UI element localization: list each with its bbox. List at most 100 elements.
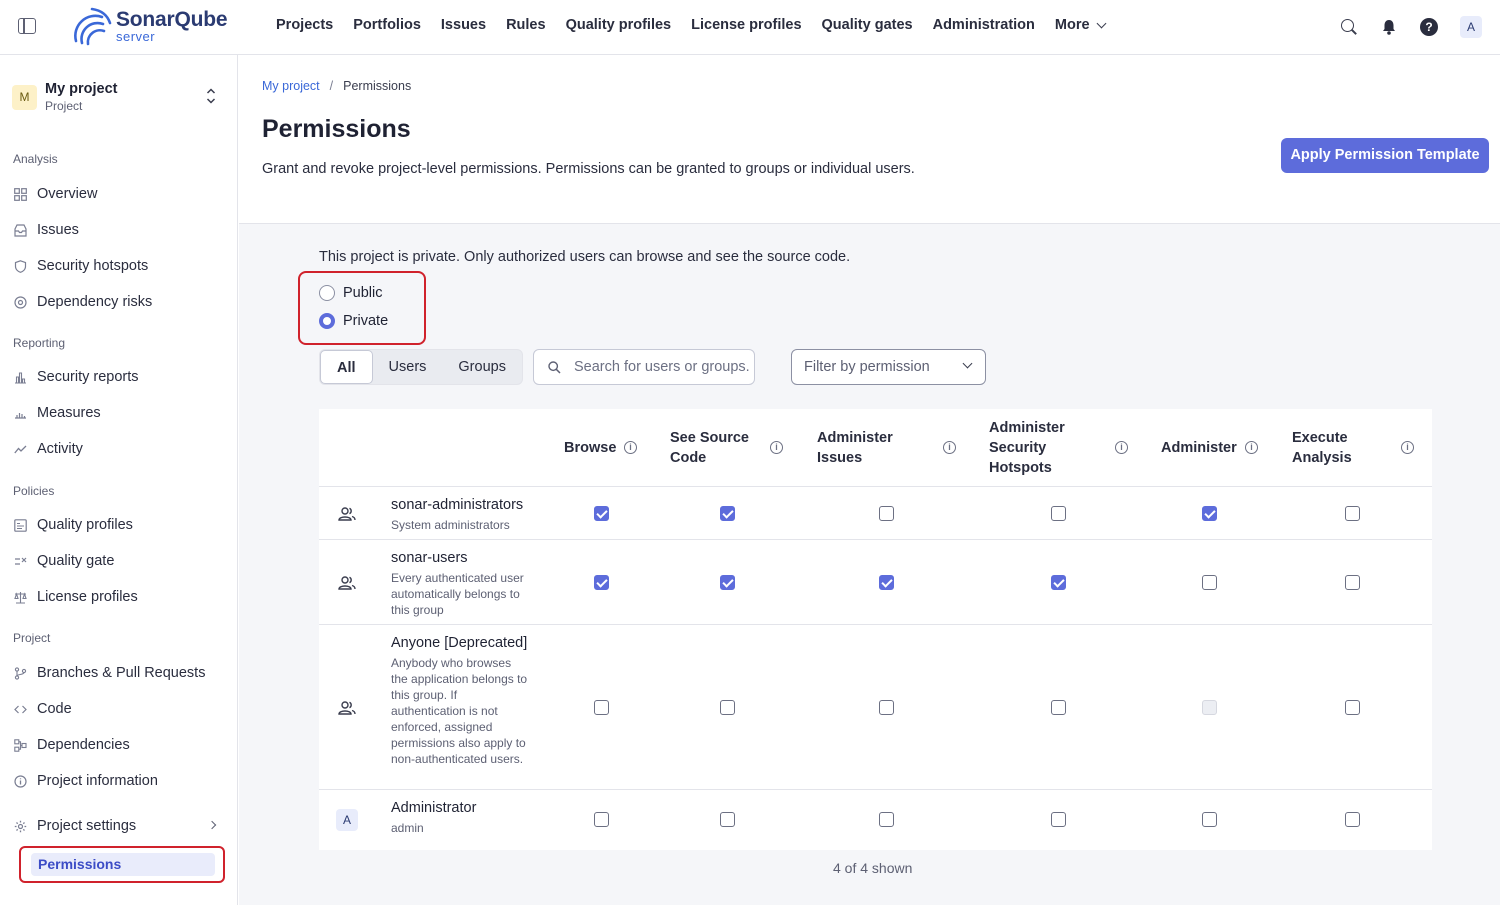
permission-checkbox[interactable]	[594, 506, 609, 521]
permission-checkbox[interactable]	[1202, 506, 1217, 521]
permission-checkbox[interactable]	[1345, 700, 1360, 715]
info-icon[interactable]: i	[943, 441, 956, 454]
inbox-icon	[13, 223, 27, 237]
sidebar-item-quality-gate[interactable]: Quality gate	[13, 553, 114, 569]
logo-subtitle: server	[116, 29, 156, 44]
sidebar-item-branches[interactable]: Branches & Pull Requests	[13, 665, 205, 681]
sidebar-toggle-icon[interactable]	[18, 18, 36, 34]
sidebar-item-label: Dependency risks	[37, 294, 153, 310]
radio-public[interactable]	[319, 285, 335, 301]
sidebar-item-activity[interactable]: Activity	[13, 441, 83, 457]
tab-all[interactable]: All	[320, 350, 373, 384]
measures-icon	[13, 406, 27, 420]
permission-checkbox[interactable]	[720, 812, 735, 827]
permission-filter-label: Filter by permission	[804, 359, 930, 375]
permission-checkbox[interactable]	[1051, 812, 1066, 827]
permission-checkbox[interactable]	[879, 700, 894, 715]
tab-groups[interactable]: Groups	[442, 350, 522, 384]
sidebar-item-project-information[interactable]: Project information	[13, 773, 158, 789]
sidebar-item-dependencies[interactable]: Dependencies	[13, 737, 130, 753]
permission-checkbox[interactable]	[1202, 575, 1217, 590]
sidebar-item-overview[interactable]: Overview	[13, 186, 97, 202]
nav-administration[interactable]: Administration	[933, 17, 1035, 33]
permission-checkbox[interactable]	[1345, 575, 1360, 590]
permission-checkbox[interactable]	[1202, 812, 1217, 827]
permission-checkbox[interactable]	[879, 506, 894, 521]
help-icon[interactable]: ?	[1420, 18, 1438, 36]
permissions-highlight: Permissions	[19, 846, 225, 883]
user-avatar[interactable]: A	[1460, 16, 1482, 38]
nav-quality-gates[interactable]: Quality gates	[822, 17, 913, 33]
nav-issues[interactable]: Issues	[441, 17, 486, 33]
permission-checkbox[interactable]	[1051, 575, 1066, 590]
info-icon[interactable]: i	[770, 441, 783, 454]
row-description: System administrators	[391, 518, 510, 532]
sidebar-item-license-profiles[interactable]: License profiles	[13, 589, 138, 605]
top-navigation: SonarQube server Projects Portfolios Iss…	[0, 0, 1500, 55]
apply-permission-template-button[interactable]: Apply Permission Template	[1281, 138, 1489, 173]
main-content: My project / Permissions Permissions Grant…	[239, 55, 1500, 905]
permission-checkbox[interactable]	[720, 575, 735, 590]
permission-checkbox[interactable]	[594, 812, 609, 827]
sidebar-item-label: Measures	[37, 405, 101, 421]
permission-checkbox[interactable]	[594, 700, 609, 715]
nav-rules[interactable]: Rules	[506, 17, 546, 33]
permissions-table: Browse i See Source Code i Administer Is…	[319, 409, 1432, 850]
sidebar-item-security-reports[interactable]: Security reports	[13, 369, 139, 385]
sidebar-item-dependency-risks[interactable]: Dependency risks	[13, 294, 152, 310]
project-switcher[interactable]: M My project Project	[12, 81, 226, 113]
breadcrumb-current: Permissions	[343, 79, 412, 93]
permission-checkbox[interactable]	[594, 575, 609, 590]
page-title: Permissions	[262, 115, 411, 143]
info-icon[interactable]: i	[1245, 441, 1258, 454]
permission-checkbox[interactable]	[879, 812, 894, 827]
sidebar-item-quality-profiles[interactable]: Quality profiles	[13, 517, 133, 533]
permission-checkbox[interactable]	[720, 700, 735, 715]
sidebar-item-measures[interactable]: Measures	[13, 405, 101, 421]
permission-checkbox	[1202, 700, 1217, 715]
sidebar-item-project-settings[interactable]: Project settings	[13, 818, 223, 834]
table-row: sonar-administrators System administrator…	[319, 487, 1432, 540]
sidebar-item-code[interactable]: Code	[13, 701, 72, 717]
breadcrumb-project-link[interactable]: My project	[262, 79, 320, 93]
radio-public-label: Public	[343, 285, 383, 301]
nav-projects[interactable]: Projects	[276, 17, 333, 33]
group-icon	[338, 576, 356, 590]
search-icon[interactable]	[1340, 18, 1358, 36]
permission-checkbox[interactable]	[720, 506, 735, 521]
permission-checkbox[interactable]	[1051, 506, 1066, 521]
nav-portfolios[interactable]: Portfolios	[353, 17, 421, 33]
radio-private[interactable]	[319, 313, 335, 329]
nav-license-profiles[interactable]: License profiles	[691, 17, 801, 33]
col-administer: Administer	[1161, 440, 1237, 456]
table-body: sonar-administrators System administrator…	[319, 487, 1432, 850]
visibility-private-radio[interactable]: Private	[319, 313, 388, 329]
sidebar-item-label: Activity	[37, 441, 83, 457]
permission-checkbox[interactable]	[1345, 812, 1360, 827]
nav-quality-profiles[interactable]: Quality profiles	[566, 17, 672, 33]
breadcrumb-separator: /	[329, 79, 334, 93]
tab-users[interactable]: Users	[373, 350, 443, 384]
col-administer-security-hotspots: Administer Security Hotspots	[989, 420, 1065, 476]
grid-icon	[13, 187, 27, 201]
info-icon[interactable]: i	[1115, 441, 1128, 454]
sidebar-item-label: Security reports	[37, 369, 139, 385]
search-input[interactable]	[574, 357, 749, 377]
sonarqube-logo[interactable]: SonarQube server	[72, 7, 242, 47]
permission-checkbox[interactable]	[879, 575, 894, 590]
sidebar-item-label: Branches & Pull Requests	[37, 665, 206, 681]
visibility-public-radio[interactable]: Public	[319, 285, 383, 301]
permission-filter-select[interactable]: Filter by permission	[791, 349, 986, 385]
row-name: Administrator	[391, 800, 477, 816]
sidebar-item-permissions[interactable]: Permissions	[31, 853, 215, 876]
bell-icon[interactable]	[1380, 18, 1398, 36]
nav-more[interactable]: More	[1055, 17, 1107, 33]
permission-checkbox[interactable]	[1345, 506, 1360, 521]
sidebar-item-issues[interactable]: Issues	[13, 222, 79, 238]
project-type: Project	[45, 99, 83, 113]
info-icon[interactable]: i	[624, 441, 637, 454]
sidebar-item-security-hotspots[interactable]: Security hotspots	[13, 258, 148, 274]
permission-checkbox[interactable]	[1051, 700, 1066, 715]
info-icon[interactable]: i	[1401, 441, 1414, 454]
row-name: sonar-administrators	[391, 497, 524, 513]
